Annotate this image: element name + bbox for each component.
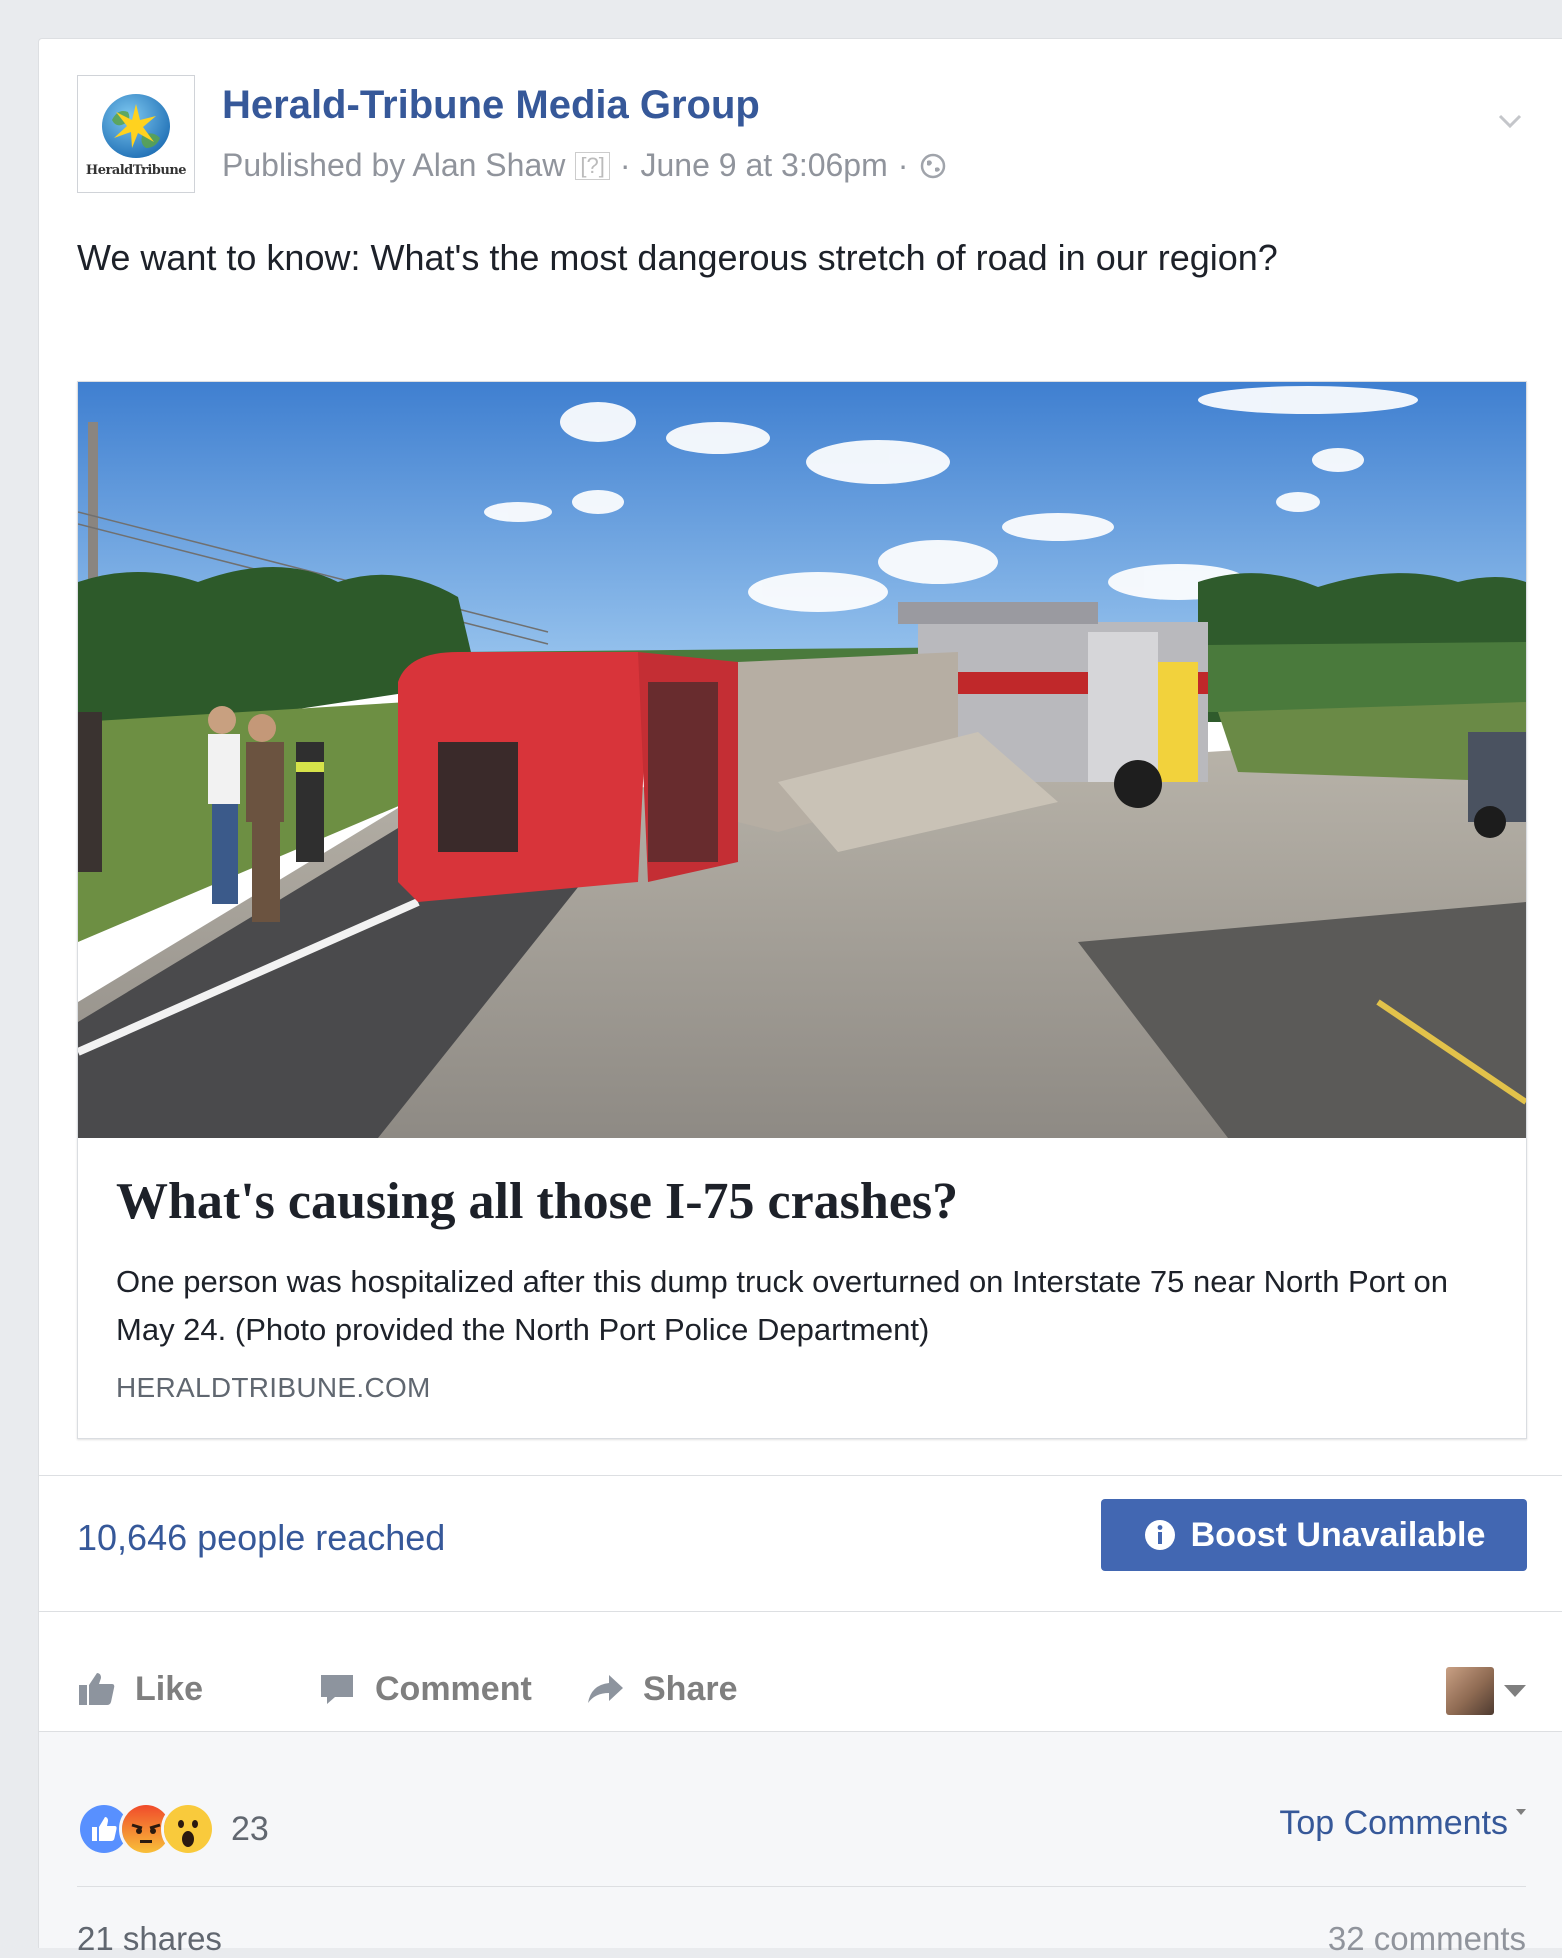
boost-label: Boost Unavailable (1190, 1515, 1486, 1554)
reactions-summary[interactable]: 23 (77, 1802, 269, 1856)
action-bar: Like Comment Share (77, 1649, 1562, 1729)
post-as-selector[interactable] (1446, 1667, 1526, 1715)
timestamp-link[interactable]: June 9 at 3:06pm (640, 147, 887, 184)
globe-icon[interactable] (918, 151, 948, 181)
thumbs-up-icon (79, 1673, 115, 1705)
like-button[interactable]: Like (77, 1649, 203, 1729)
divider (39, 1475, 1562, 1476)
link-title[interactable]: What's causing all those I-75 crashes? (116, 1172, 958, 1231)
info-icon (1144, 1520, 1175, 1550)
link-preview-image[interactable] (78, 382, 1526, 1138)
comments-count-link[interactable]: 32 comments (1328, 1920, 1526, 1958)
meta-separator: · (619, 147, 631, 183)
post-meta: Published by Alan Shaw [?] · June 9 at 3… (222, 147, 948, 184)
comment-button[interactable]: Comment (317, 1649, 532, 1729)
comment-label: Comment (375, 1669, 532, 1708)
share-button[interactable]: Share (585, 1649, 738, 1729)
caret-down-icon (1516, 1808, 1526, 1815)
wow-reaction-icon (161, 1802, 215, 1856)
people-reached-link[interactable]: 10,646 people reached (77, 1517, 445, 1559)
caret-down-icon (1504, 1685, 1526, 1697)
published-by-link[interactable]: Published by Alan Shaw (222, 147, 565, 184)
post-message: We want to know: What's the most dangero… (77, 237, 1278, 278)
post-header: HeraldTribune Herald-Tribune Media Group… (77, 75, 1562, 195)
share-arrow-icon (588, 1675, 623, 1703)
link-domain: HERALDTRIBUNE.COM (116, 1372, 431, 1403)
top-comments-dropdown[interactable]: Top Comments (1279, 1804, 1526, 1843)
post-card: HeraldTribune Herald-Tribune Media Group… (38, 38, 1562, 1957)
speech-bubble-icon (321, 1675, 353, 1704)
sun-globe-logo-icon (102, 94, 170, 158)
logo-wordmark: HeraldTribune (85, 163, 187, 178)
meta-separator: · (897, 147, 909, 183)
page-avatar[interactable]: HeraldTribune (77, 75, 195, 193)
reaction-count: 23 (231, 1809, 269, 1848)
divider (77, 1886, 1526, 1887)
shares-count-link[interactable]: 21 shares (77, 1920, 222, 1958)
link-preview[interactable]: What's causing all those I-75 crashes? O… (77, 381, 1527, 1439)
page-name-link[interactable]: Herald-Tribune Media Group (222, 83, 760, 128)
boost-unavailable-button[interactable]: Boost Unavailable (1101, 1499, 1527, 1571)
overturned-dump-truck-photo (78, 382, 1526, 1138)
feedback-section: 23 Top Comments 21 shares 32 comments (39, 1731, 1562, 1957)
help-marker[interactable]: [?] (575, 151, 610, 180)
divider (39, 1611, 1562, 1612)
top-comments-label: Top Comments (1279, 1804, 1508, 1842)
avatar (1446, 1667, 1494, 1715)
chevron-down-icon[interactable] (1494, 105, 1526, 137)
link-description: One person was hospitalized after this d… (116, 1264, 1449, 1347)
share-label: Share (643, 1669, 738, 1708)
like-label: Like (135, 1669, 204, 1708)
